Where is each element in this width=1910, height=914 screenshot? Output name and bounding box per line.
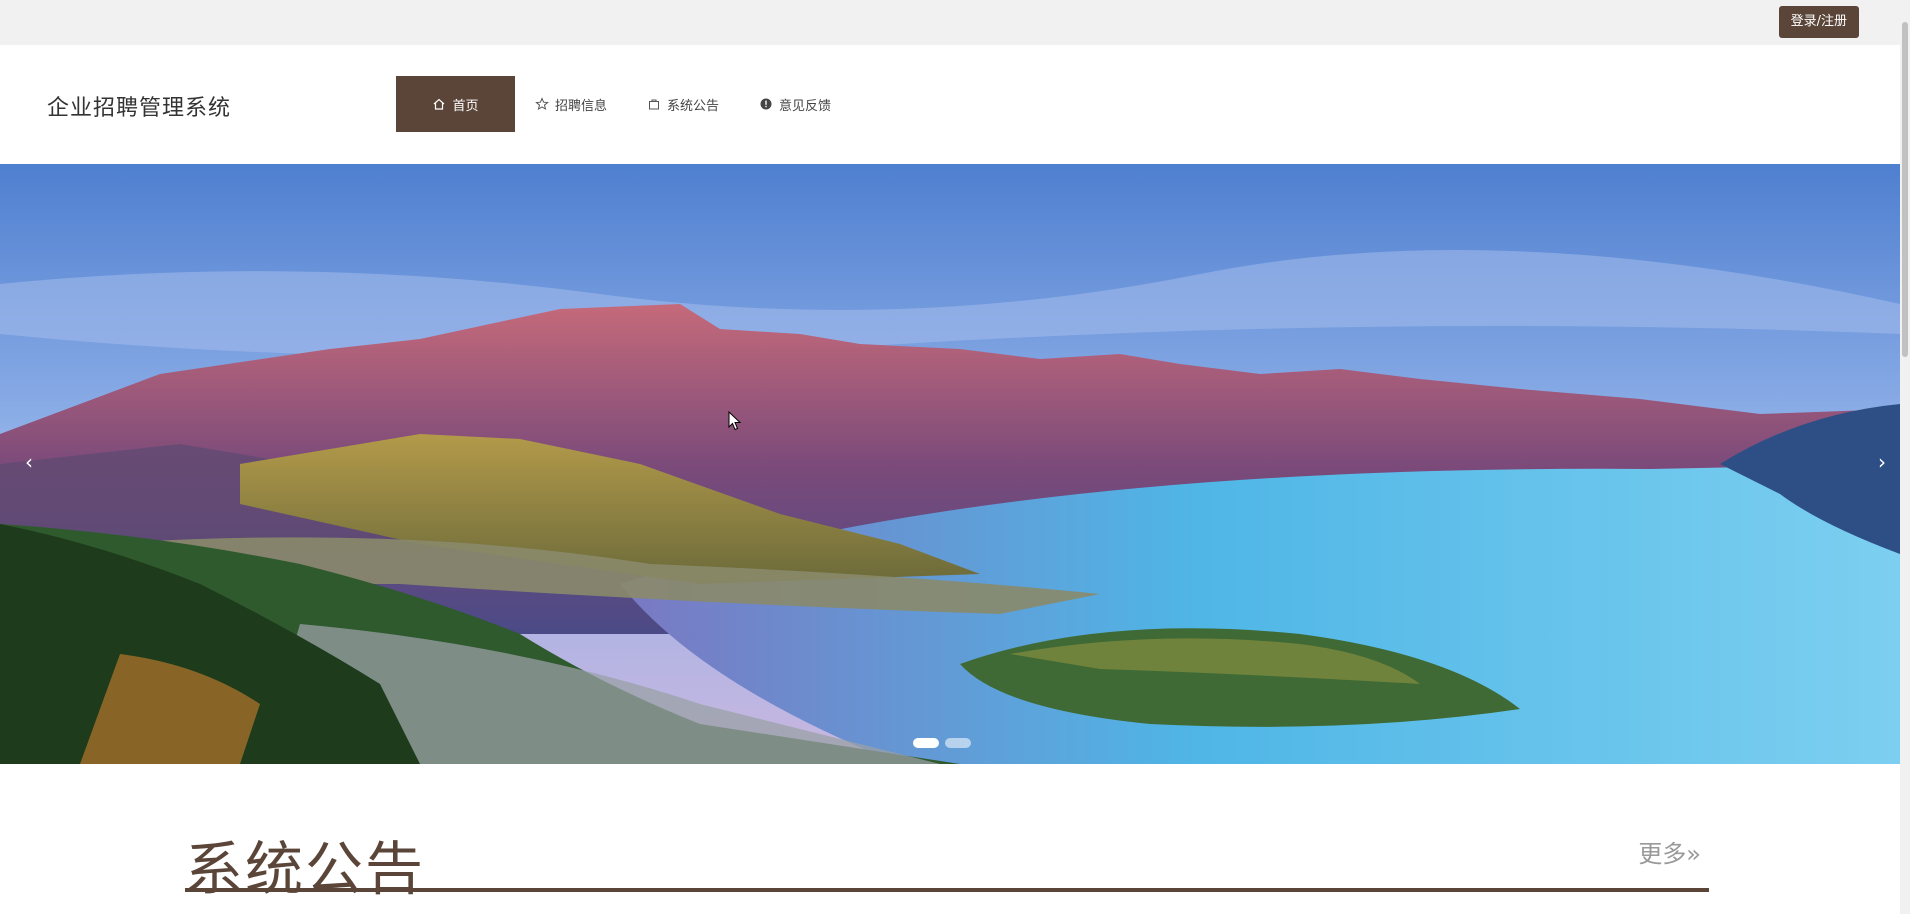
- more-link[interactable]: 更多»: [1638, 834, 1701, 869]
- chevron-right-icon: ›: [1878, 450, 1886, 474]
- banner-image: [0, 164, 1900, 764]
- main-nav: 首页 招聘信息 系统公告 意见反馈: [396, 76, 851, 132]
- section-title: 系统公告: [185, 835, 426, 903]
- banner-carousel[interactable]: ‹ ›: [0, 164, 1900, 764]
- scrollbar-thumb[interactable]: [1902, 22, 1908, 357]
- carousel-dot[interactable]: [945, 738, 971, 748]
- nav-item-feedback[interactable]: 意见反馈: [739, 76, 851, 132]
- page-scrollbar[interactable]: [1900, 0, 1910, 914]
- nav-item-label: 首页: [452, 98, 479, 114]
- login-register-button[interactable]: 登录/注册: [1778, 6, 1859, 38]
- nav-item-home[interactable]: 首页: [396, 76, 515, 132]
- nav-item-label: 意见反馈: [779, 98, 832, 114]
- prev-slide-button[interactable]: ‹: [17, 447, 41, 477]
- nav-item-recruitment[interactable]: 招聘信息: [515, 76, 627, 132]
- chevron-left-icon: ‹: [25, 450, 33, 474]
- star-icon: [535, 97, 549, 111]
- site-title: 企业招聘管理系统: [47, 96, 232, 121]
- nav-item-label: 招聘信息: [555, 98, 608, 114]
- mouse-cursor-icon: [728, 410, 742, 435]
- next-slide-button[interactable]: ›: [1870, 447, 1894, 477]
- nav-item-announcements[interactable]: 系统公告: [627, 76, 739, 132]
- home-icon: [432, 97, 446, 111]
- top-bar: 登录/注册: [0, 0, 1900, 45]
- alert-circle-icon: [759, 97, 773, 111]
- carousel-indicators: [913, 738, 971, 748]
- nav-item-label: 系统公告: [667, 98, 720, 114]
- header: 企业招聘管理系统 首页 招聘信息 系统公告 意见反馈: [0, 45, 1900, 164]
- bag-icon: [647, 97, 661, 111]
- carousel-dot[interactable]: [913, 738, 939, 748]
- announcements-section-header: 系统公告 更多»: [185, 812, 1709, 903]
